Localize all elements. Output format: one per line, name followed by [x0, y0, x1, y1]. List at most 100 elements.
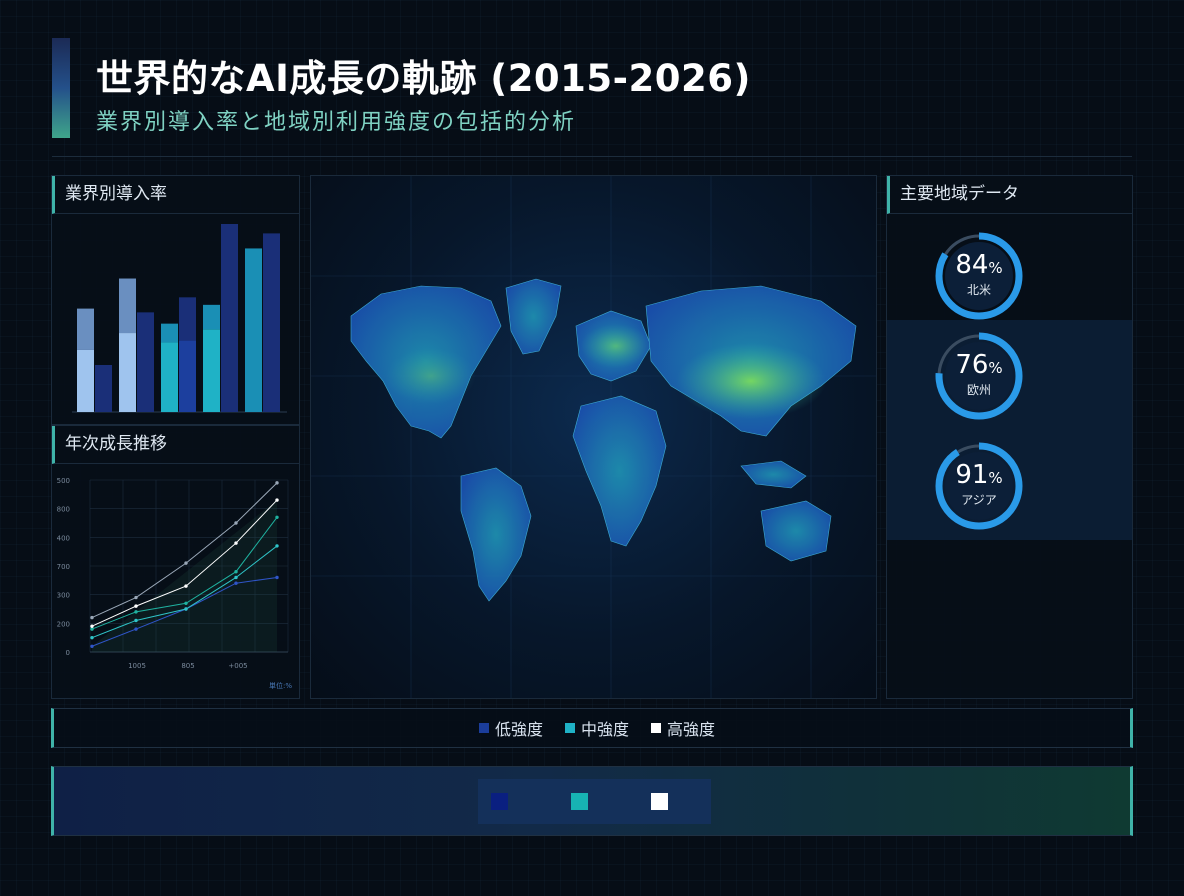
industry-bar-segment — [179, 340, 196, 412]
growth-data-point — [134, 618, 138, 623]
growth-data-point — [275, 515, 279, 519]
growth-data-point — [90, 624, 94, 628]
region-value-unit: % — [988, 469, 1003, 487]
growth-data-point — [134, 610, 138, 614]
legend-label: 中強度 — [581, 720, 630, 739]
legend-label: 高強度 — [667, 720, 716, 739]
industry-bar — [137, 312, 154, 412]
region-row: 84% 北米 — [887, 214, 1132, 334]
growth-data-point — [134, 627, 138, 631]
growth-data-point — [90, 644, 94, 648]
intensity-legend: 低強度 中強度 高強度 — [51, 708, 1133, 748]
growth-data-point — [90, 635, 94, 640]
region-value: 84% — [929, 250, 1029, 280]
growth-data-point — [234, 570, 238, 574]
industry-bar-chart — [72, 224, 287, 413]
page-title: 世界的なAI成長の軌跡 (2015-2026) — [96, 57, 751, 100]
industry-bar-segment — [203, 329, 220, 412]
industry-bar — [221, 224, 238, 412]
world-map-panel[interactable] — [310, 175, 877, 699]
africa-shape — [572, 395, 667, 547]
title-accent-bar — [52, 38, 70, 138]
industry-bar-segment — [77, 308, 94, 350]
legend-item: 中強度 — [565, 716, 629, 740]
bottom-legend-swatches — [478, 779, 711, 824]
growth-data-point — [275, 575, 279, 580]
region-label: アジア — [961, 493, 997, 507]
europe-hotspot — [581, 324, 651, 368]
growth-data-point — [275, 481, 279, 485]
world-map — [311, 176, 876, 698]
growth-data-point — [134, 595, 138, 600]
region-row: 91% アジア — [887, 430, 1132, 540]
page-subtitle: 業界別導入率と地域別利用強度の包括的分析 — [96, 110, 577, 135]
growth-data-point — [184, 601, 188, 605]
legend-item: 高強度 — [651, 716, 715, 740]
growth-panel-title: 年次成長推移 — [52, 426, 299, 464]
industry-bar — [95, 365, 112, 412]
growth-x-tick: +005 — [228, 662, 247, 670]
region-value-number: 76 — [955, 350, 989, 380]
legend-swatch — [651, 723, 662, 733]
south-america-shape — [460, 467, 532, 602]
region-value: 91% — [929, 460, 1029, 490]
growth-data-point — [134, 604, 138, 608]
growth-data-point — [184, 584, 188, 588]
region-label: 欧州 — [966, 383, 991, 397]
bottom-legend-swatch — [571, 793, 588, 810]
industry-bar-segment — [119, 333, 136, 412]
bottom-legend-swatch — [651, 793, 668, 810]
industry-bar-segment — [77, 349, 94, 412]
growth-data-point — [275, 544, 279, 548]
industry-bar-segment — [179, 297, 196, 341]
region-value-unit: % — [988, 259, 1003, 277]
growth-y-tick: 500 — [57, 477, 70, 485]
asia-hotspot — [676, 343, 826, 419]
legend-swatch — [479, 723, 489, 733]
region-label: 北米 — [966, 283, 991, 297]
growth-data-point — [184, 607, 188, 611]
growth-y-tick: 0 — [66, 649, 70, 657]
region-data-panel: 主要地域データ 84% 北米 76% 欧州 91% アジア — [886, 175, 1133, 699]
header-divider — [52, 156, 1132, 157]
industry-bar — [263, 233, 280, 412]
growth-data-point — [234, 521, 238, 525]
industry-bar-segment — [119, 278, 136, 334]
region-value: 76% — [929, 350, 1029, 380]
australia-shape — [760, 500, 832, 562]
legend-swatch — [565, 723, 576, 733]
bottom-legend-bar — [51, 766, 1133, 836]
industry-panel-title: 業界別導入率 — [52, 176, 299, 214]
growth-data-point — [234, 575, 238, 580]
indonesia-shape — [740, 460, 807, 489]
region-panel-title: 主要地域データ — [887, 176, 1132, 214]
growth-data-point — [90, 615, 94, 620]
north-america-hotspot — [386, 348, 476, 404]
region-value-number: 91 — [955, 460, 989, 490]
industry-adoption-panel: 業界別導入率 — [51, 175, 300, 425]
region-row: 76% 欧州 — [887, 320, 1132, 430]
growth-data-point — [234, 581, 238, 585]
legend-item: 低強度 — [479, 716, 543, 740]
greenland-shape — [505, 278, 562, 355]
region-value-number: 84 — [955, 250, 989, 280]
growth-line-chart: 0 200 300 700 400 800 500 1005 805 +005 単位:% — [57, 477, 293, 690]
growth-data-point — [234, 541, 238, 545]
growth-area-fill — [92, 500, 277, 652]
growth-y-tick: 400 — [57, 534, 70, 542]
growth-y-tick: 200 — [57, 620, 70, 628]
annual-growth-panel: 年次成長推移 0 200 300 700 400 800 500 1005 805 +005 単位:… — [51, 425, 300, 699]
growth-x-tick: 1005 — [128, 662, 146, 670]
growth-y-tick: 800 — [57, 506, 70, 514]
legend-label: 低強度 — [495, 720, 544, 739]
growth-unit-label: 単位:% — [269, 681, 292, 690]
industry-bar-segment — [161, 323, 178, 343]
growth-y-tick: 700 — [57, 563, 70, 571]
growth-y-tick: 300 — [57, 592, 70, 600]
industry-bar-segment — [203, 304, 220, 330]
growth-x-tick: 805 — [181, 662, 194, 670]
bottom-legend-swatch — [491, 793, 508, 810]
industry-bar-segment — [161, 342, 178, 412]
industry-bar — [245, 248, 262, 412]
region-value-unit: % — [988, 359, 1003, 377]
